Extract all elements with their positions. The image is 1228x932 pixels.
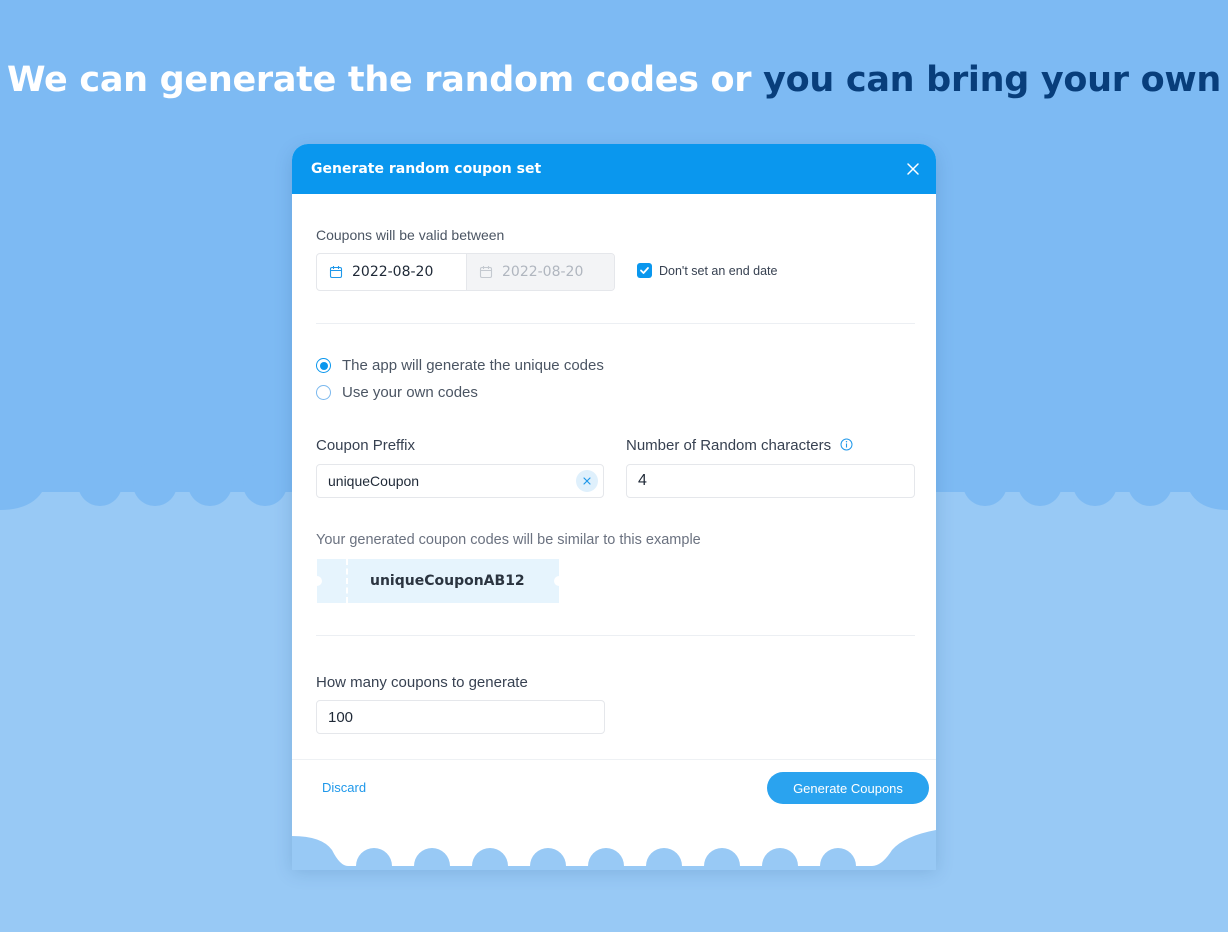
ticket-notch	[554, 576, 564, 586]
example-label: Your generated coupon codes will be simi…	[316, 532, 701, 548]
headline-part2: you can bring your own	[763, 60, 1221, 100]
quantity-input[interactable]: 100	[316, 700, 605, 734]
page-headline: We can generate the random codes or you …	[0, 60, 1228, 100]
no-end-date-option[interactable]: Don't set an end date	[637, 263, 777, 278]
close-icon[interactable]	[906, 162, 920, 176]
calendar-icon	[479, 265, 493, 279]
start-date-input[interactable]: 2022-08-20	[317, 254, 466, 290]
radio-button-selected[interactable]	[316, 358, 331, 373]
prefix-input[interactable]: uniqueCoupon	[316, 464, 604, 498]
quantity-value: 100	[328, 708, 354, 726]
no-end-date-label: Don't set an end date	[659, 263, 778, 278]
headline-part1: We can generate the random codes or	[7, 60, 752, 100]
info-icon[interactable]	[840, 438, 853, 451]
generate-coupon-modal: Generate random coupon set Coupons will …	[292, 144, 936, 866]
prefix-label: Coupon Preffix	[316, 437, 415, 454]
radio-label: The app will generate the unique codes	[342, 357, 604, 374]
random-chars-value: 4	[638, 472, 647, 489]
divider	[316, 323, 915, 324]
radio-own-codes[interactable]: Use your own codes	[316, 384, 478, 401]
example-coupon-code: uniqueCouponAB12	[370, 573, 525, 589]
radio-label: Use your own codes	[342, 384, 478, 401]
no-end-date-checkbox[interactable]	[637, 263, 652, 278]
radio-button[interactable]	[316, 385, 331, 400]
example-coupon-ticket: uniqueCouponAB12	[312, 559, 564, 603]
calendar-icon	[329, 265, 343, 279]
generate-coupons-button[interactable]: Generate Coupons	[767, 772, 929, 804]
divider	[316, 635, 915, 636]
discard-button[interactable]: Discard	[322, 780, 366, 795]
ticket-notch	[312, 576, 322, 586]
prefix-value: uniqueCoupon	[328, 473, 420, 489]
clear-icon[interactable]	[576, 470, 598, 492]
modal-header: Generate random coupon set	[292, 144, 936, 194]
end-date-input: 2022-08-20	[466, 254, 614, 290]
random-chars-label-row: Number of Random characters	[626, 437, 853, 454]
date-range-picker: 2022-08-20 2022-08-20	[316, 253, 615, 291]
quantity-label: How many coupons to generate	[316, 674, 528, 691]
radio-generate-codes[interactable]: The app will generate the unique codes	[316, 357, 604, 374]
random-chars-label: Number of Random characters	[626, 437, 832, 454]
start-date-value: 2022-08-20	[352, 264, 434, 280]
end-date-value: 2022-08-20	[502, 264, 584, 280]
validity-label: Coupons will be valid between	[316, 227, 505, 243]
modal-title: Generate random coupon set	[311, 161, 542, 177]
random-chars-input[interactable]: 4	[626, 464, 915, 498]
modal-scalloped-edge	[292, 830, 936, 870]
footer-divider	[292, 759, 936, 760]
